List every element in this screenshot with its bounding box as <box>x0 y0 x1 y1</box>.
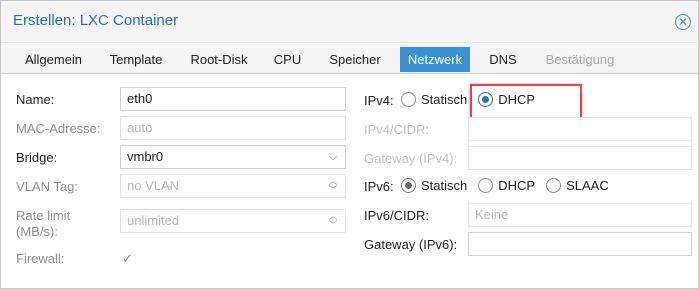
rate-label-line2: (MB/s): <box>16 224 58 239</box>
ipv4-label: IPv4: <box>364 93 394 108</box>
gateway4-input[interactable] <box>468 146 692 170</box>
tab-allgemein[interactable]: Allgemein <box>15 47 92 72</box>
gateway6-input[interactable] <box>468 232 692 256</box>
ipv6-dhcp-label: DHCP <box>498 178 536 193</box>
ipv6-label: IPv6: <box>364 179 394 194</box>
ipv6-cidr-label: IPv6/CIDR: <box>364 208 430 223</box>
tab-root-disk[interactable]: Root-Disk <box>181 47 257 72</box>
vlan-input[interactable]: no VLAN ︿ ﹀ <box>120 174 346 198</box>
radio-icon <box>546 178 562 193</box>
name-label: Name: <box>16 92 55 107</box>
gateway4-label: Gateway (IPv4): <box>364 151 458 166</box>
mac-input[interactable]: auto <box>120 116 346 140</box>
vlan-placeholder: no VLAN <box>127 178 180 193</box>
vlan-label: VLAN Tag: <box>16 179 78 194</box>
dialog-title: Erstellen: LXC Container <box>13 12 179 29</box>
radio-icon <box>401 92 416 107</box>
ipv6-static-radio[interactable]: Statisch <box>401 178 467 193</box>
radio-checked-icon <box>401 178 416 193</box>
ipv4-static-label: Statisch <box>421 92 468 107</box>
firewall-checkbox[interactable]: ✓ <box>122 252 136 266</box>
radio-icon <box>478 178 494 193</box>
tab-speicher[interactable]: Speicher <box>319 47 391 72</box>
tab-netzwerk[interactable]: Netzwerk <box>400 47 470 72</box>
spinner-icon[interactable]: ︿ ﹀ <box>327 212 339 230</box>
create-lxc-dialog: Erstellen: LXC Container ✕ Allgemein Tem… <box>0 0 699 289</box>
ipv4-cidr-label: IPv4/CIDR: <box>364 122 430 137</box>
ipv6-slaac-label: SLAAC <box>566 178 609 193</box>
rate-label-line1: Rate limit <box>16 208 71 223</box>
firewall-label: Firewall: <box>16 251 65 266</box>
gateway6-label: Gateway (IPv6): <box>364 237 458 252</box>
bridge-value: vmbr0 <box>127 149 164 164</box>
ipv6-radio-group: Statisch DHCP SLAAC <box>401 178 620 193</box>
ipv4-cidr-input[interactable] <box>468 117 692 141</box>
name-input[interactable]: eth0 <box>120 87 346 111</box>
tab-dns[interactable]: DNS <box>481 47 525 72</box>
bridge-select[interactable]: vmbr0 ⌵ <box>120 145 346 169</box>
ipv6-dhcp-radio[interactable]: DHCP <box>478 178 535 193</box>
bridge-label: Bridge: <box>16 150 58 165</box>
chevron-down-icon[interactable]: ⌵ <box>327 146 339 168</box>
dialog-titlebar: Erstellen: LXC Container ✕ <box>1 1 698 43</box>
ipv6-cidr-input[interactable]: Keine <box>468 203 692 227</box>
ipv6-static-label: Statisch <box>421 178 468 193</box>
tab-bestaetigung: Bestätigung <box>545 52 615 67</box>
wizard-tabbar: Allgemein Template Root-Disk CPU Speiche… <box>1 43 698 74</box>
tab-template[interactable]: Template <box>100 47 172 72</box>
spinner-icon[interactable]: ︿ ﹀ <box>327 177 339 195</box>
close-icon[interactable]: ✕ <box>675 14 691 30</box>
rate-limit-input[interactable]: unlimited ︿ ﹀ <box>120 209 346 233</box>
tab-cpu[interactable]: CPU <box>265 47 310 72</box>
ipv6-slaac-radio[interactable]: SLAAC <box>546 178 609 193</box>
rate-placeholder: unlimited <box>127 213 180 228</box>
mac-label: MAC-Adresse: <box>16 121 101 136</box>
ipv4-static-radio[interactable]: Statisch <box>401 92 467 107</box>
